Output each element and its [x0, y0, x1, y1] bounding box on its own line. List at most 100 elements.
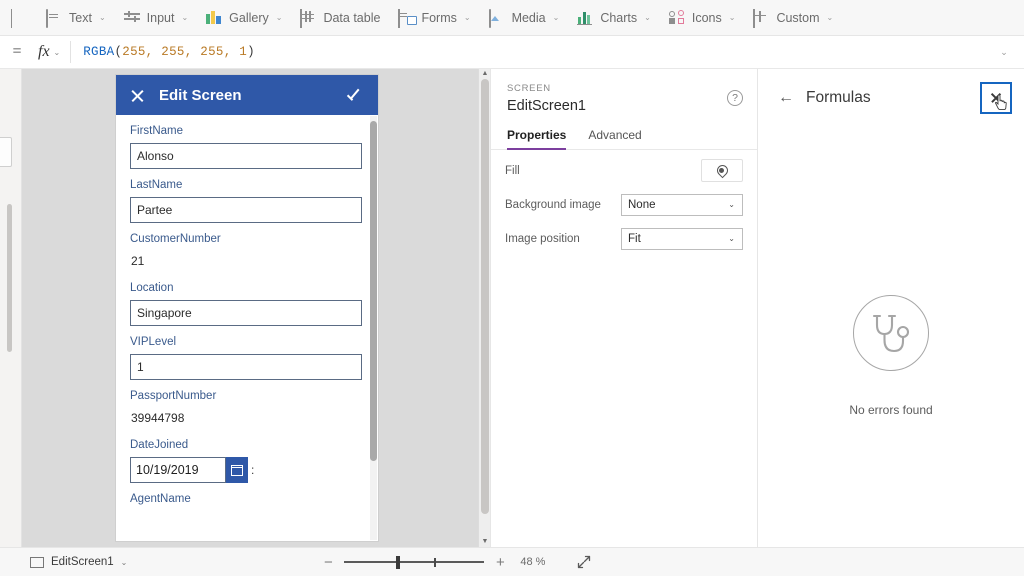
- custom-icon: [753, 9, 770, 28]
- property-selector[interactable]: fx ⌄: [34, 41, 72, 63]
- toolbar-label-text: Text: [69, 10, 92, 25]
- chevron-down-icon: ⌄: [728, 13, 736, 22]
- field-label: FirstName: [130, 125, 184, 137]
- equals-icon: =: [12, 43, 22, 60]
- chevron-down-icon: ⌄: [181, 13, 189, 22]
- image-position-select[interactable]: Fit ⌄: [621, 227, 743, 250]
- form-field-viplevel: VIPLevel 1: [130, 336, 364, 380]
- viplevel-input[interactable]: 1: [130, 354, 362, 380]
- datejoined-input[interactable]: 10/19/2019: [130, 457, 226, 483]
- formula-expand-button[interactable]: ⌄: [984, 47, 1024, 58]
- toolbar-label-media: Media: [511, 10, 546, 25]
- formulas-empty-state: No errors found: [758, 295, 1024, 417]
- tree-scrollbar-thumb[interactable]: [7, 204, 12, 352]
- lastname-input[interactable]: Partee: [130, 197, 362, 223]
- tab-advanced[interactable]: Advanced: [588, 128, 641, 149]
- close-formulas-button[interactable]: [980, 82, 1012, 114]
- screen-selector[interactable]: EditScreen1 ⌄: [30, 556, 127, 568]
- toolbar-item-partial[interactable]: [2, 0, 37, 36]
- form-body: FirstName Alonso LastName Partee Custome…: [116, 115, 378, 541]
- chevron-down-icon: ⌄: [275, 13, 283, 22]
- toolbar-item-text[interactable]: Text ⌄: [37, 0, 115, 36]
- toolbar-item-media[interactable]: Media ⌄: [480, 0, 569, 36]
- chevron-down-icon: ⌄: [728, 200, 735, 209]
- zoom-out-button[interactable]: −: [322, 554, 334, 571]
- background-image-value: None: [628, 198, 656, 211]
- toolbar-item-input[interactable]: Input ⌄: [115, 0, 198, 36]
- data-table-icon: [300, 9, 317, 28]
- toolbar-label-data-table: Data table: [323, 10, 381, 25]
- property-label: Fill: [505, 164, 520, 177]
- date-suffix: :: [251, 463, 255, 477]
- close-icon[interactable]: [130, 88, 145, 103]
- stethoscope-icon: [853, 295, 929, 371]
- screen-preview-editscreen1[interactable]: Edit Screen FirstName Alonso LastName Pa…: [116, 75, 378, 541]
- back-arrow-icon[interactable]: ←: [778, 89, 794, 107]
- background-image-select[interactable]: None ⌄: [621, 193, 743, 216]
- chevron-down-icon: ⌄: [728, 234, 735, 243]
- field-label: DateJoined: [130, 439, 189, 451]
- form-field-location: Location Singapore: [130, 282, 364, 326]
- properties-kicker: SCREEN: [507, 83, 551, 94]
- field-label: Location: [130, 282, 174, 294]
- formula-open-paren: (: [114, 45, 123, 59]
- form-title: Edit Screen: [159, 86, 242, 104]
- formula-input[interactable]: RGBA(255, 255, 255, 1): [71, 36, 984, 69]
- tree-item-partial[interactable]: [0, 137, 12, 167]
- toolbar-item-data-table[interactable]: Data table: [291, 0, 389, 36]
- formula-function-name: RGBA: [83, 45, 115, 59]
- icons-icon: [668, 10, 686, 25]
- canvas-scrollbar-track[interactable]: ▲ ▼: [478, 69, 490, 547]
- toolbar-label-input: Input: [146, 10, 175, 25]
- empty-state-text: No errors found: [849, 403, 933, 417]
- form-field-datejoined: DateJoined 10/19/2019 :: [130, 439, 364, 483]
- toolbar-item-gallery[interactable]: Gallery ⌄: [197, 0, 291, 36]
- date-picker-button[interactable]: [226, 457, 248, 483]
- zoom-slider-track: [344, 561, 485, 563]
- chevron-down-icon: ⌄: [120, 557, 128, 567]
- zoom-in-button[interactable]: +: [494, 554, 506, 571]
- scroll-up-icon[interactable]: ▲: [479, 69, 490, 79]
- zoom-unit: %: [535, 556, 546, 568]
- chevron-down-icon: ⌄: [552, 13, 560, 22]
- form-scrollbar-thumb[interactable]: [370, 121, 377, 461]
- tab-properties[interactable]: Properties: [507, 128, 567, 150]
- form-field-customernumber: CustomerNumber 21: [130, 233, 364, 272]
- chevron-down-icon: ⌄: [98, 13, 106, 22]
- zoom-value: 48: [520, 556, 533, 568]
- power-apps-studio: Text ⌄ Input ⌄ Gallery ⌄ Data table Form…: [0, 0, 1024, 576]
- toolbar-item-custom[interactable]: Custom ⌄: [744, 0, 842, 36]
- property-row-fill: Fill: [491, 157, 757, 184]
- check-icon[interactable]: [347, 89, 364, 102]
- field-label: AgentName: [130, 493, 191, 505]
- gallery-icon: [206, 10, 223, 25]
- expand-icon[interactable]: [576, 554, 592, 570]
- firstname-input[interactable]: Alonso: [130, 143, 362, 169]
- app-canvas[interactable]: Edit Screen FirstName Alonso LastName Pa…: [22, 69, 490, 547]
- form-field-firstname: FirstName Alonso: [130, 125, 364, 169]
- fill-color-button[interactable]: [701, 159, 743, 182]
- formulas-title: Formulas: [806, 89, 871, 106]
- zoom-slider[interactable]: [344, 555, 485, 569]
- toolbar-item-icons[interactable]: Icons ⌄: [660, 0, 745, 36]
- zoom-slider-thumb[interactable]: [396, 555, 400, 569]
- property-label: Image position: [505, 232, 580, 245]
- toolbar-item-charts[interactable]: Charts ⌄: [568, 0, 660, 36]
- field-label: CustomerNumber: [130, 233, 221, 245]
- properties-header: SCREEN EditScreen1 ?: [491, 69, 757, 114]
- toolbar-item-forms[interactable]: Forms ⌄: [389, 0, 479, 36]
- help-icon[interactable]: ?: [727, 90, 743, 106]
- screen-icon: [30, 556, 44, 568]
- passportnumber-value: 39944798: [131, 411, 185, 425]
- media-icon: [488, 9, 506, 28]
- formula-close-paren: ): [247, 45, 255, 59]
- canvas-scrollbar-thumb[interactable]: [481, 79, 489, 514]
- text-icon: [46, 9, 63, 28]
- image-position-value: Fit: [628, 232, 641, 245]
- partial-icon: [11, 9, 28, 28]
- status-bar: EditScreen1 ⌄ − + 48 %: [0, 547, 1024, 576]
- location-input[interactable]: Singapore: [130, 300, 362, 326]
- property-label: Background image: [505, 198, 601, 211]
- scroll-down-icon[interactable]: ▼: [479, 537, 490, 547]
- chevron-down-icon: ⌄: [644, 13, 651, 22]
